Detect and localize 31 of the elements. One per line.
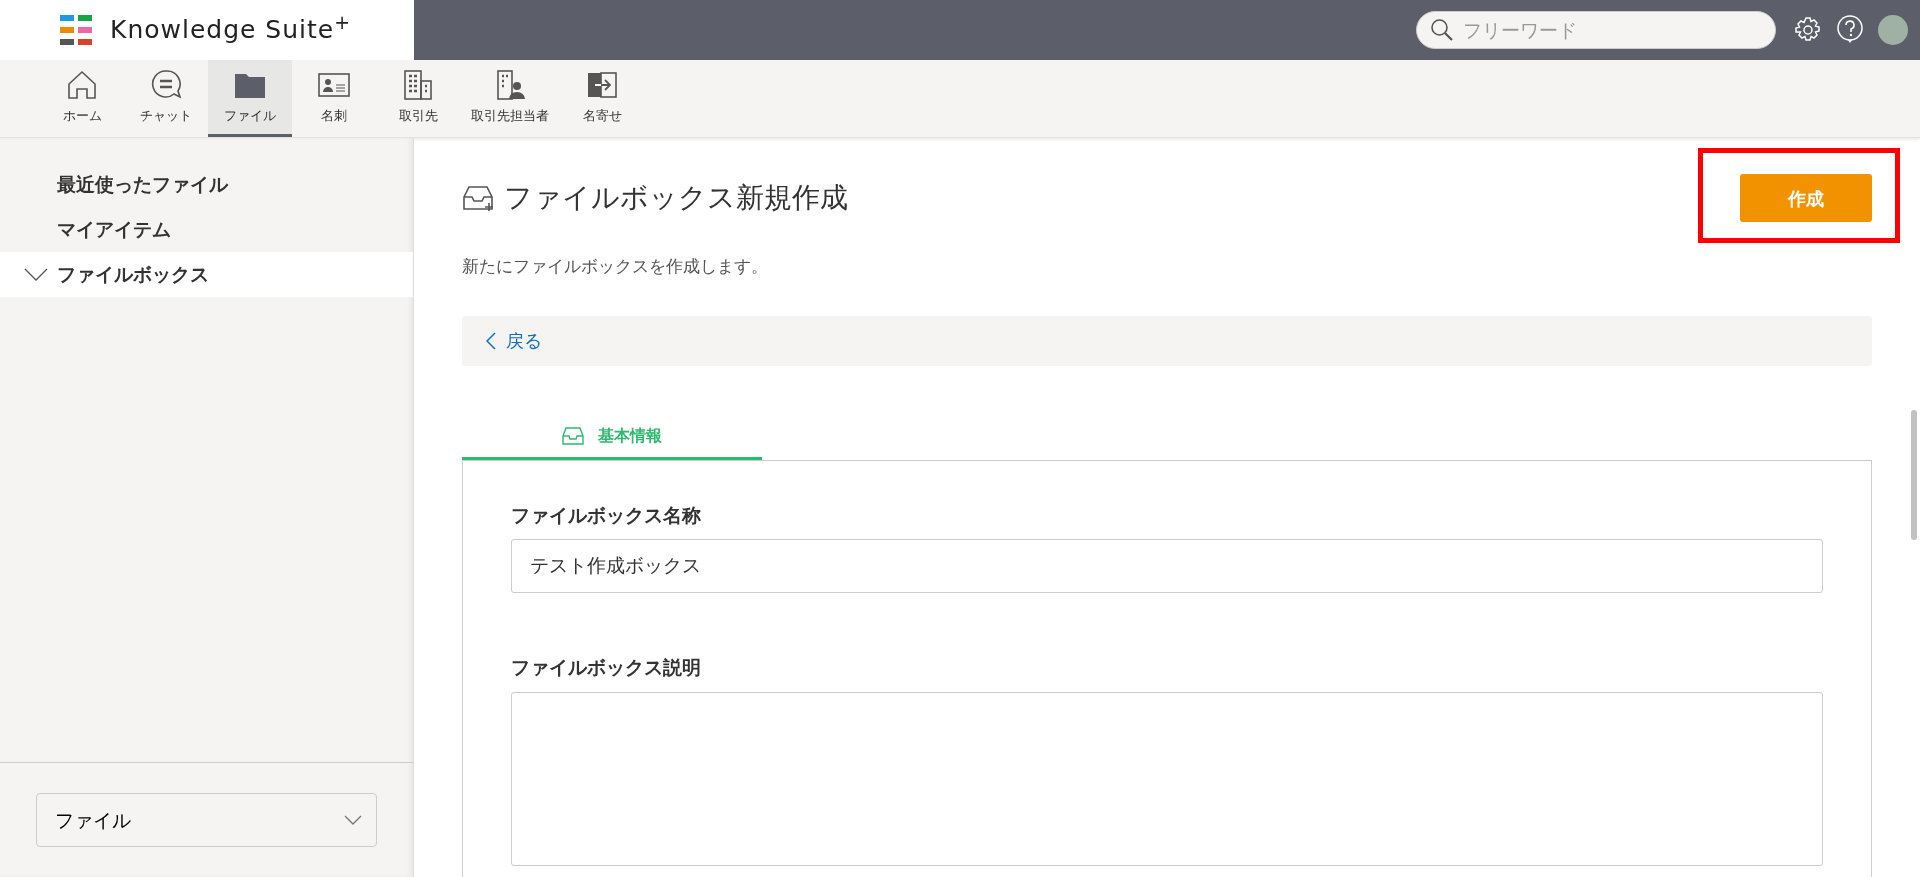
- scrollbar-thumb[interactable]: [1911, 410, 1917, 540]
- page-description: 新たにファイルボックスを作成します。: [462, 255, 769, 278]
- avatar[interactable]: [1878, 15, 1908, 45]
- inbox-icon: [562, 427, 584, 445]
- logo-text: Knowledge Suite$^{+}$: [110, 11, 351, 47]
- logo-icon: [60, 15, 94, 45]
- input-field[interactable]: テスト作成ボックス: [511, 539, 1823, 593]
- search-field[interactable]: フリーワード: [1416, 11, 1776, 49]
- settings-icon[interactable]: [1794, 16, 1822, 44]
- toolbar-tab[interactable]: チャット: [124, 60, 208, 137]
- field-label: ファイルボックス名称: [511, 502, 702, 528]
- toolbar-tab[interactable]: 取引先担当者: [460, 60, 560, 137]
- toolbar-tab[interactable]: 名寄せ: [560, 60, 644, 137]
- toolbar-tab[interactable]: 名刺: [292, 60, 376, 137]
- toolbar-tab[interactable]: ホーム: [40, 60, 124, 137]
- chevron-down-icon: [344, 815, 362, 825]
- toolbar-tab[interactable]: 取引先: [376, 60, 460, 137]
- page-title: ファイルボックス新規作成: [504, 181, 848, 215]
- sidebar-item[interactable]: 最近使ったファイル: [0, 162, 413, 207]
- sidebar-item[interactable]: マイアイテム: [0, 207, 413, 252]
- building-icon: [401, 68, 435, 103]
- chevron-left-icon: [486, 331, 496, 350]
- search-icon: [1430, 18, 1454, 42]
- help-icon[interactable]: [1836, 15, 1864, 45]
- back-link[interactable]: 戻る: [486, 327, 542, 354]
- toolbar-tab[interactable]: ファイル: [208, 60, 292, 137]
- field-label: ファイルボックス説明: [511, 655, 702, 680]
- file-type-select[interactable]: ファイル: [36, 793, 377, 847]
- sidebar-item[interactable]: ファイルボックス: [0, 252, 413, 297]
- inbox-plus-icon: [462, 183, 496, 213]
- textarea-field[interactable]: [511, 691, 1823, 866]
